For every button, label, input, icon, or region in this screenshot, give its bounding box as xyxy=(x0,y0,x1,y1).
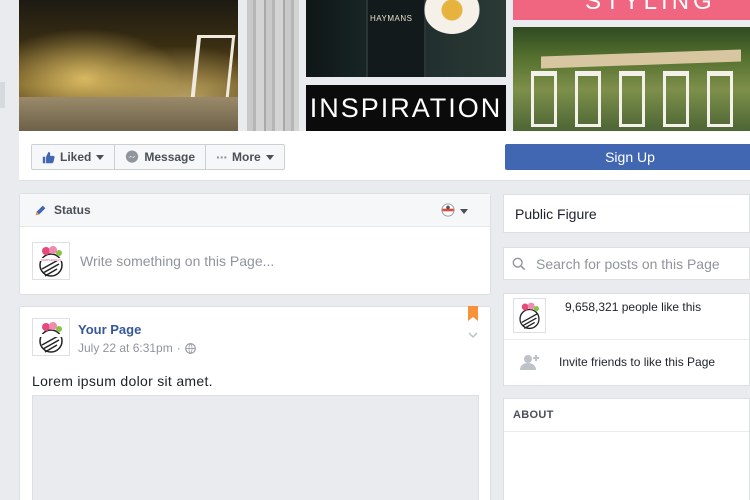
likes-count-text: 9,658,321 people like this xyxy=(565,300,702,314)
search-icon xyxy=(512,257,526,271)
about-section: ABOUT xyxy=(503,398,750,500)
avatar[interactable] xyxy=(32,318,70,356)
search-input[interactable]: Search for posts on this Page xyxy=(536,256,720,272)
message-label: Message xyxy=(144,150,196,164)
page-action-bar: Liked Message ··· More Sign Up xyxy=(19,131,750,181)
ellipsis-icon: ··· xyxy=(216,149,228,165)
svg-text:TEMPLEDOCS: TEMPLEDOCS xyxy=(41,258,62,262)
chevron-down-icon xyxy=(265,154,274,160)
about-heading: ABOUT xyxy=(504,399,749,432)
post-header: Your Page July 22 at 6:31pm · xyxy=(20,307,490,356)
cover-photo-flower-bottle: HAYMANS xyxy=(306,0,506,77)
liked-label: Liked xyxy=(60,150,92,164)
cover-photo-forest-bench xyxy=(19,0,238,131)
pencil-icon xyxy=(34,203,48,217)
post-card: Your Page July 22 at 6:31pm · Lorem ipsu… xyxy=(19,306,491,500)
bottle-label: HAYMANS xyxy=(370,14,413,23)
chevron-down-icon xyxy=(460,209,468,214)
bookmark-icon xyxy=(468,306,478,326)
messenger-icon xyxy=(125,150,139,164)
status-tab-label[interactable]: Status xyxy=(54,203,91,217)
message-button[interactable]: Message xyxy=(115,145,207,169)
page-category: Public Figure xyxy=(503,194,750,233)
avatar: TEMPLEDOCS xyxy=(32,242,70,280)
likes-count-row: 9,658,321 people like this xyxy=(504,294,749,340)
invite-friends-link[interactable]: Invite friends to like this Page xyxy=(559,355,715,369)
more-button[interactable]: ··· More xyxy=(206,145,284,169)
cover-inspiration-tile: INSPIRATION xyxy=(306,85,506,131)
thumbs-up-icon xyxy=(42,151,55,164)
invite-friends-row[interactable]: Invite friends to like this Page xyxy=(504,340,749,384)
chevron-down-icon xyxy=(468,326,478,344)
liked-button[interactable]: Liked xyxy=(32,145,116,169)
sign-up-button[interactable]: Sign Up xyxy=(505,144,750,170)
cover-photo-wood-panel xyxy=(247,0,299,131)
cover-pink-banner: STYLING xyxy=(513,0,750,20)
avatar xyxy=(513,298,546,333)
status-input[interactable]: Write something on this Page... xyxy=(80,253,274,269)
audience-selector-icon xyxy=(441,203,455,220)
cover-photo-collage: HAYMANS INSPIRATION STYLING xyxy=(0,0,750,131)
post-body-text: Lorem ipsum dolor sit amet. xyxy=(32,373,213,389)
audience-selector[interactable] xyxy=(441,203,468,220)
meta-separator: · xyxy=(176,341,181,355)
post-author-link[interactable]: Your Page xyxy=(78,322,196,337)
composer-row: TEMPLEDOCS Write something on this Page.… xyxy=(20,227,490,295)
status-composer: Status TEMPLEDOCS Write something on thi… xyxy=(19,193,491,295)
page-action-buttons: Liked Message ··· More xyxy=(31,144,285,170)
globe-icon[interactable] xyxy=(184,342,196,354)
status-header: Status xyxy=(20,194,490,227)
add-friend-icon xyxy=(513,354,547,370)
post-timestamp-row: July 22 at 6:31pm · xyxy=(78,341,196,355)
post-options[interactable] xyxy=(468,306,478,344)
post-meta: Your Page July 22 at 6:31pm · xyxy=(78,318,196,356)
post-timestamp[interactable]: July 22 at 6:31pm xyxy=(78,341,173,355)
chevron-down-icon xyxy=(96,154,105,160)
page-post-search[interactable]: Search for posts on this Page xyxy=(503,247,750,280)
page-likes-box: 9,658,321 people like this Invite friend… xyxy=(503,293,750,386)
more-label: More xyxy=(232,150,261,164)
left-edge-tab xyxy=(0,82,5,108)
post-image-placeholder[interactable] xyxy=(32,395,479,500)
cover-photo-table-setting xyxy=(513,27,750,131)
